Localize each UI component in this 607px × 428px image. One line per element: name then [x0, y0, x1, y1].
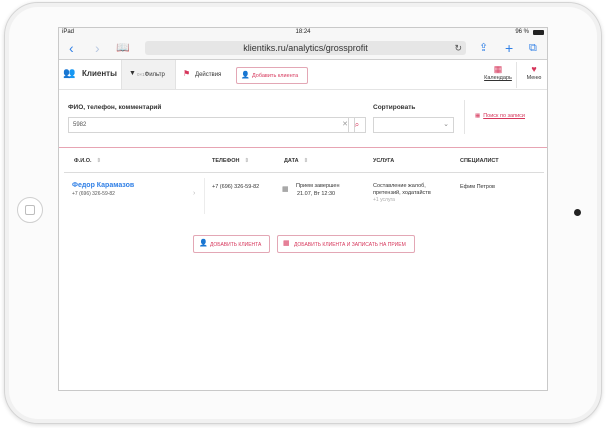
- client-name-phone: +7 (696) 326-59-82: [72, 191, 115, 197]
- share-icon[interactable]: ⇪: [479, 40, 488, 56]
- service-line-1: Составление жалоб,: [373, 183, 426, 189]
- header-divider: [64, 172, 544, 173]
- add-client-bottom-button[interactable]: 👤 ДОБАВИТЬ КЛИЕНТА: [193, 235, 270, 253]
- sort-select[interactable]: ⌄: [373, 117, 454, 133]
- search-records-link[interactable]: ▦ Поиск по записи: [475, 113, 525, 119]
- battery-icon: [533, 30, 544, 35]
- section-divider: [59, 147, 547, 148]
- home-button[interactable]: [17, 197, 43, 223]
- row-divider: [204, 178, 205, 214]
- filter-count-badge: 0×1: [137, 72, 145, 77]
- add-client-bottom-label: ДОБАВИТЬ КЛИЕНТА: [210, 242, 262, 248]
- sort-icon: ⇕: [244, 158, 250, 164]
- specialist-name: Ефим Петров: [460, 184, 495, 190]
- sort-label: Сортировать: [373, 104, 416, 111]
- add-client-button[interactable]: 👤 Добавить клиента: [236, 67, 308, 84]
- heart-icon: ♥: [531, 64, 537, 74]
- tab-filter[interactable]: ▼ 0×1Фильтр: [121, 60, 176, 89]
- client-phone: +7 (696) 326-59-82: [212, 184, 260, 190]
- status-bar: iPad 18:24 96 %: [59, 28, 547, 37]
- tabs-icon[interactable]: ⧉: [529, 40, 537, 56]
- calendar-button[interactable]: ▦ Календарь: [481, 64, 515, 88]
- users-icon: 👥: [63, 68, 76, 79]
- tab-filter-label: Фильтр: [144, 72, 165, 78]
- forward-icon[interactable]: ›: [95, 40, 100, 56]
- tab-clients-label: Клиенты: [82, 69, 117, 78]
- filter-icon: ▼: [129, 70, 136, 77]
- search-value: 5982: [73, 122, 87, 128]
- calendar-icon: ▦: [282, 186, 289, 193]
- column-header-service: УСЛУГА: [373, 158, 395, 164]
- appointment-datetime: 21.07, Вт 12:30: [297, 191, 336, 197]
- calendar-icon: ▦: [283, 240, 290, 247]
- menu-button[interactable]: ♥ Меню: [521, 64, 547, 88]
- address-bar[interactable]: klientiks.ru/analytics/grossprofit ↻: [145, 41, 466, 55]
- chevron-right-icon: ›: [193, 190, 196, 197]
- sort-icon: ⇕: [303, 158, 309, 164]
- front-camera: [574, 209, 581, 216]
- calendar-small-icon: ▦: [475, 113, 481, 119]
- search-input[interactable]: 5982 ✕: [68, 117, 355, 133]
- flag-icon: ⚑: [183, 69, 191, 78]
- app-header: 👥 Клиенты ▼ 0×1Фильтр ⚑ Действия 👤 Добав…: [59, 60, 547, 90]
- tab-clients[interactable]: 👥 Клиенты: [59, 60, 121, 89]
- search-records-label: Поиск по записи: [483, 113, 525, 119]
- add-client-and-book-label: ДОБАВИТЬ КЛИЕНТА И ЗАПИСАТЬ НА ПРИЕМ: [294, 242, 406, 248]
- add-client-and-book-button[interactable]: ▦ ДОБАВИТЬ КЛИЕНТА И ЗАПИСАТЬ НА ПРИЕМ: [277, 235, 415, 253]
- add-client-label: Добавить клиента: [252, 73, 299, 79]
- client-name-link[interactable]: Федор Карамазов: [72, 182, 134, 189]
- tab-actions-label: Действия: [195, 72, 222, 78]
- battery-percent: 96 %: [515, 29, 529, 35]
- appointment-status: Прием завершен: [296, 183, 340, 189]
- reload-icon[interactable]: ↻: [454, 41, 462, 55]
- back-icon[interactable]: ‹: [69, 40, 74, 56]
- divider: [516, 62, 517, 88]
- chevron-down-icon: ⌄: [443, 121, 449, 128]
- add-user-icon: 👤: [199, 240, 208, 247]
- column-header-phone[interactable]: ТЕЛЕФОН ⇕: [212, 158, 249, 164]
- column-header-date[interactable]: ДАТА ⇕: [284, 158, 308, 164]
- column-header-specialist: СПЕЦИАЛИСТ: [460, 158, 499, 164]
- search-label: ФИО, телефон, комментарий: [68, 104, 162, 111]
- clock: 18:24: [295, 29, 311, 35]
- calendar-icon: ▦: [493, 64, 503, 74]
- divider: [464, 100, 465, 134]
- menu-label: Меню: [526, 75, 542, 81]
- search-icon: ⌕: [354, 120, 360, 129]
- url-text: klientiks.ru/analytics/grossprofit: [243, 43, 368, 53]
- search-button[interactable]: ⌕: [348, 117, 366, 133]
- service-line-2: претензий, ходатайств: [373, 190, 431, 196]
- new-tab-icon[interactable]: +: [505, 40, 513, 56]
- bookmarks-icon[interactable]: 📖: [116, 40, 130, 56]
- screen: iPad 18:24 96 % ‹ › 📖 klientiks.ru/analy…: [58, 27, 548, 391]
- sort-icon: ⇕: [96, 158, 102, 164]
- service-more: +1 услуга: [373, 197, 395, 203]
- calendar-label: Календарь: [484, 75, 512, 81]
- add-user-icon: 👤: [241, 72, 250, 79]
- column-header-name[interactable]: Ф.И.О. ⇕: [74, 158, 101, 164]
- browser-toolbar: ‹ › 📖 klientiks.ru/analytics/grossprofit…: [59, 37, 547, 60]
